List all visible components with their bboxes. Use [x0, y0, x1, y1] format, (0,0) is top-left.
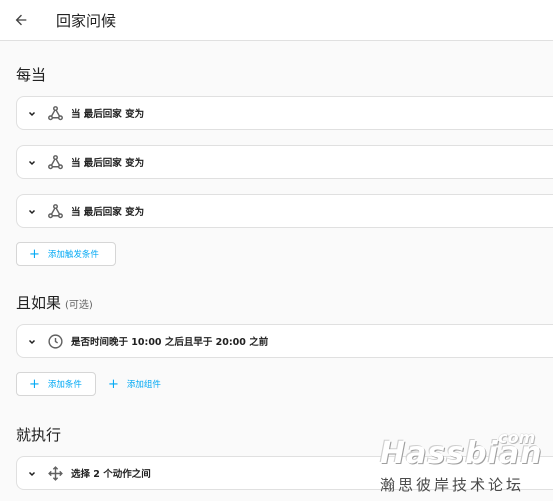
- trigger-label: 当 最后回家 变为: [71, 207, 145, 218]
- choose-action-icon: [48, 466, 63, 481]
- chevron-down-icon[interactable]: [26, 468, 38, 480]
- action-label: 选择 2 个动作之间: [71, 469, 151, 480]
- chevron-down-icon[interactable]: [26, 157, 38, 169]
- add-trigger-label: 添加触发条件: [47, 250, 99, 260]
- top-app-bar: 回家问候: [0, 0, 553, 41]
- plus-icon: +: [29, 246, 40, 262]
- chevron-down-icon[interactable]: [26, 108, 38, 120]
- page-title: 回家问候: [56, 12, 117, 30]
- state-trigger-icon: [48, 204, 63, 219]
- state-trigger-icon: [48, 106, 63, 121]
- trigger-label: 当 最后回家 变为: [71, 109, 145, 120]
- add-trigger-button[interactable]: + 添加触发条件: [16, 242, 116, 266]
- conditions-section-title: 且如果 (可选): [16, 292, 93, 313]
- plus-icon: +: [108, 376, 119, 392]
- watermark-logo: Hassbian: [380, 436, 543, 471]
- trigger-card[interactable]: 当 最后回家 变为: [16, 96, 553, 130]
- actions-section-title: 就执行: [16, 426, 62, 444]
- add-block-button[interactable]: + 添加组件: [108, 372, 188, 396]
- trigger-card[interactable]: 当 最后回家 变为: [16, 145, 553, 179]
- add-block-label: 添加组件: [126, 380, 161, 390]
- state-trigger-icon: [48, 155, 63, 170]
- conditions-title: 且如果: [16, 294, 62, 312]
- arrow-left-icon: [15, 14, 27, 26]
- chevron-down-icon[interactable]: [26, 206, 38, 218]
- add-condition-label: 添加条件: [47, 380, 82, 390]
- back-button[interactable]: [10, 9, 32, 31]
- chevron-down-icon[interactable]: [26, 336, 38, 348]
- triggers-section-title: 每当: [16, 66, 47, 84]
- trigger-card[interactable]: 当 最后回家 变为: [16, 194, 553, 228]
- condition-card[interactable]: 是否时间晚于 10:00 之后且早于 20:00 之前: [16, 324, 553, 358]
- clock-icon: [48, 334, 63, 349]
- plus-icon: +: [29, 376, 40, 392]
- watermark-subtitle: 瀚思彼岸技术论坛: [380, 476, 525, 494]
- optional-hint: (可选): [65, 300, 93, 311]
- add-condition-button[interactable]: + 添加条件: [16, 372, 96, 396]
- trigger-label: 当 最后回家 变为: [71, 158, 145, 169]
- condition-label: 是否时间晚于 10:00 之后且早于 20:00 之前: [71, 337, 269, 348]
